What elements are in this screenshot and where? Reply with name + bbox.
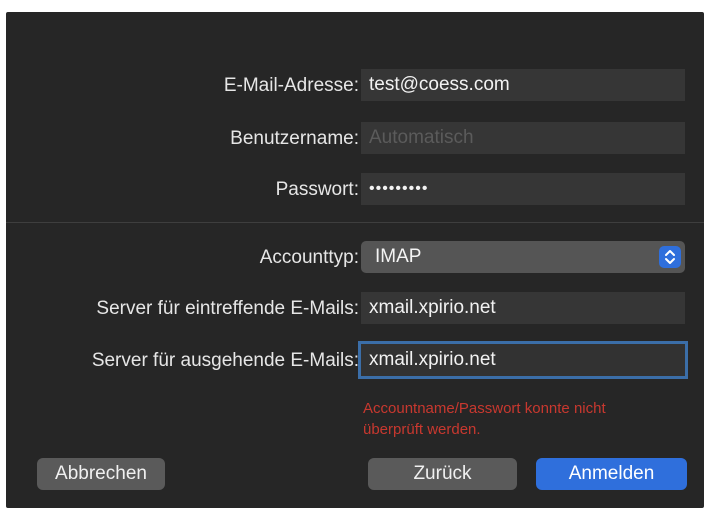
error-line-1: Accountname/Passwort konnte nicht <box>363 400 606 417</box>
account-type-select[interactable]: IMAP <box>361 241 685 273</box>
account-type-label: Accounttyp: <box>259 247 359 268</box>
section-divider <box>6 222 704 223</box>
error-message: Accountname/Passwort konnte nicht überpr… <box>363 398 693 440</box>
account-type-value: IMAP <box>375 246 422 267</box>
cancel-button[interactable]: Abbrechen <box>37 458 165 490</box>
sign-in-button[interactable]: Anmelden <box>536 458 687 490</box>
password-field[interactable]: ••••••••• <box>361 173 685 205</box>
incoming-server-label: Server für eintreffende E-Mails: <box>96 298 359 319</box>
error-line-2: überprüft werden. <box>363 421 481 438</box>
password-label: Passwort: <box>275 179 359 200</box>
email-label: E-Mail-Adresse: <box>223 75 359 96</box>
outgoing-server-field[interactable]: xmail.xpirio.net <box>361 344 685 376</box>
incoming-server-field[interactable]: xmail.xpirio.net <box>361 292 685 324</box>
username-field[interactable] <box>361 122 685 154</box>
updown-chevron-icon <box>659 246 681 268</box>
email-field[interactable]: test@coess.com <box>361 69 685 101</box>
back-button[interactable]: Zurück <box>368 458 517 490</box>
mail-account-dialog: E-Mail-Adresse: test@coess.com Benutzern… <box>6 12 704 508</box>
outgoing-server-label: Server für ausgehende E-Mails: <box>91 350 359 371</box>
username-label: Benutzername: <box>230 128 359 149</box>
